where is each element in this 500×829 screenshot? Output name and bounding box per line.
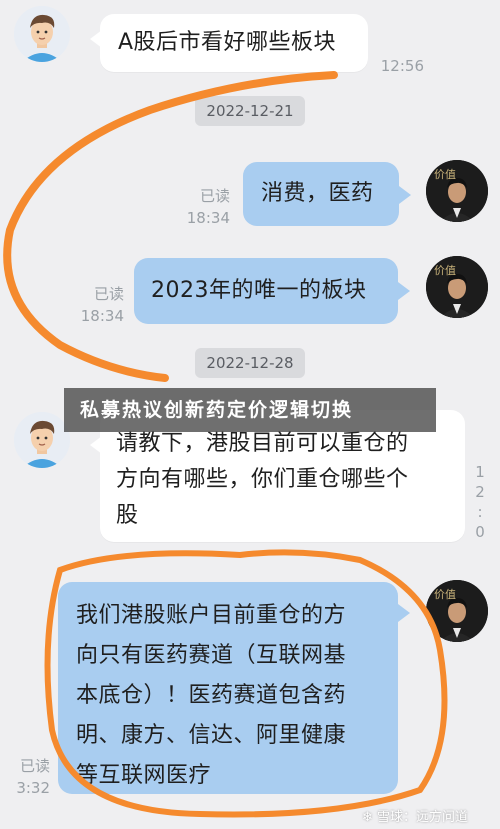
bubble-tail	[398, 282, 410, 300]
message-text: 2023年的唯一的板块	[151, 278, 367, 303]
message-time: 3:32	[16, 779, 50, 797]
avatar-advisor[interactable]: 价值	[426, 256, 488, 318]
message-bubble-m5[interactable]: 我们港股账户目前重仓的方 向只有医药赛道（互联网基 本底仓）！医药赛道包含药 明…	[58, 582, 398, 794]
date-separator: 2022-12-21	[195, 96, 305, 126]
bubble-tail	[399, 186, 411, 204]
message-time-vertical: 1 2 : 0	[475, 463, 485, 541]
avatar-label: 价值	[434, 264, 456, 277]
message-bubble-m3[interactable]: 2023年的唯一的板块	[134, 258, 398, 324]
watermark-text: 雪球：远方问道	[377, 810, 469, 825]
headline-banner: 私募热议创新药定价逻辑切换	[64, 388, 436, 432]
avatar-label: 价值	[434, 168, 456, 181]
message-time: 18:34	[186, 209, 230, 227]
avatar-advisor[interactable]: 价值	[426, 160, 488, 222]
message-bubble-m1[interactable]: A股后市看好哪些板块	[100, 14, 368, 72]
date-separator: 2022-12-28	[195, 348, 305, 378]
message-line: 明、康方、信达、阿里健康	[76, 723, 347, 748]
message-time: 18:34	[80, 307, 124, 325]
message-line: 本底仓）！医药赛道包含药	[76, 683, 347, 708]
snowball-icon: ❄	[362, 810, 373, 825]
message-line: 股	[116, 503, 139, 528]
read-receipt: 已读	[199, 187, 230, 205]
avatar-advisor[interactable]: 价值	[426, 580, 488, 642]
message-time: 12:56	[380, 57, 424, 75]
user-avatar-icon	[14, 412, 70, 468]
message-line: 方向有哪些，你们重仓哪些个	[116, 467, 409, 492]
advisor-avatar-icon: 价值	[426, 580, 488, 642]
user-avatar-icon	[14, 6, 70, 62]
message-bubble-m2[interactable]: 消费，医药	[243, 162, 399, 226]
advisor-avatar-icon: 价值	[426, 160, 488, 222]
avatar-user[interactable]	[14, 6, 70, 62]
avatar-label: 价值	[434, 588, 456, 601]
message-line: 等互联网医疗	[76, 763, 212, 788]
advisor-avatar-icon: 价值	[426, 256, 488, 318]
avatar-user[interactable]	[14, 412, 70, 468]
message-text: 消费，医药	[261, 181, 374, 206]
bubble-tail	[398, 604, 410, 622]
message-text: A股后市看好哪些板块	[118, 30, 337, 55]
message-line: 向只有医药赛道（互联网基	[76, 643, 347, 668]
watermark: ❄ 雪球：远方问道	[362, 806, 468, 825]
read-receipt: 已读	[93, 285, 124, 303]
message-line: 我们港股账户目前重仓的方	[76, 603, 347, 628]
read-receipt: 已读	[19, 757, 50, 775]
